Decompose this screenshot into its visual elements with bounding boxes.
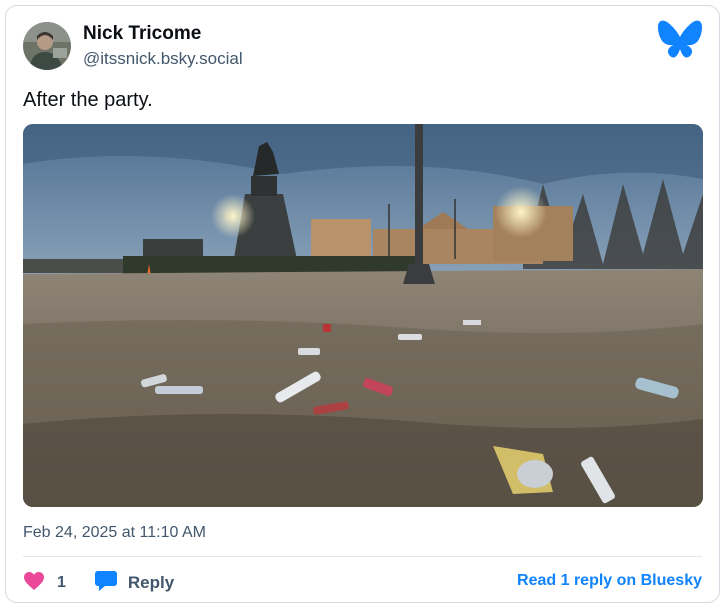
- post-actions: 1 Reply: [23, 568, 174, 598]
- author-name[interactable]: Nick Tricome: [83, 23, 201, 45]
- post-image[interactable]: [23, 124, 703, 507]
- speech-bubble-icon: [94, 570, 118, 597]
- reply-button[interactable]: Reply: [94, 570, 174, 597]
- divider: [23, 556, 702, 557]
- post-card: Nick Tricome @itssnick.bsky.social After…: [5, 5, 720, 603]
- like-button[interactable]: 1: [23, 571, 66, 596]
- read-replies-link[interactable]: Read 1 reply on Bluesky: [517, 572, 702, 590]
- reply-label: Reply: [127, 573, 175, 592]
- butterfly-icon[interactable]: [657, 19, 703, 59]
- like-count: 1: [57, 574, 66, 591]
- author-handle[interactable]: @itssnick.bsky.social: [83, 49, 243, 69]
- heart-icon: [23, 571, 45, 596]
- post-timestamp[interactable]: Feb 24, 2025 at 11:10 AM: [23, 524, 206, 542]
- avatar[interactable]: [23, 22, 71, 70]
- post-text: After the party.: [23, 89, 153, 111]
